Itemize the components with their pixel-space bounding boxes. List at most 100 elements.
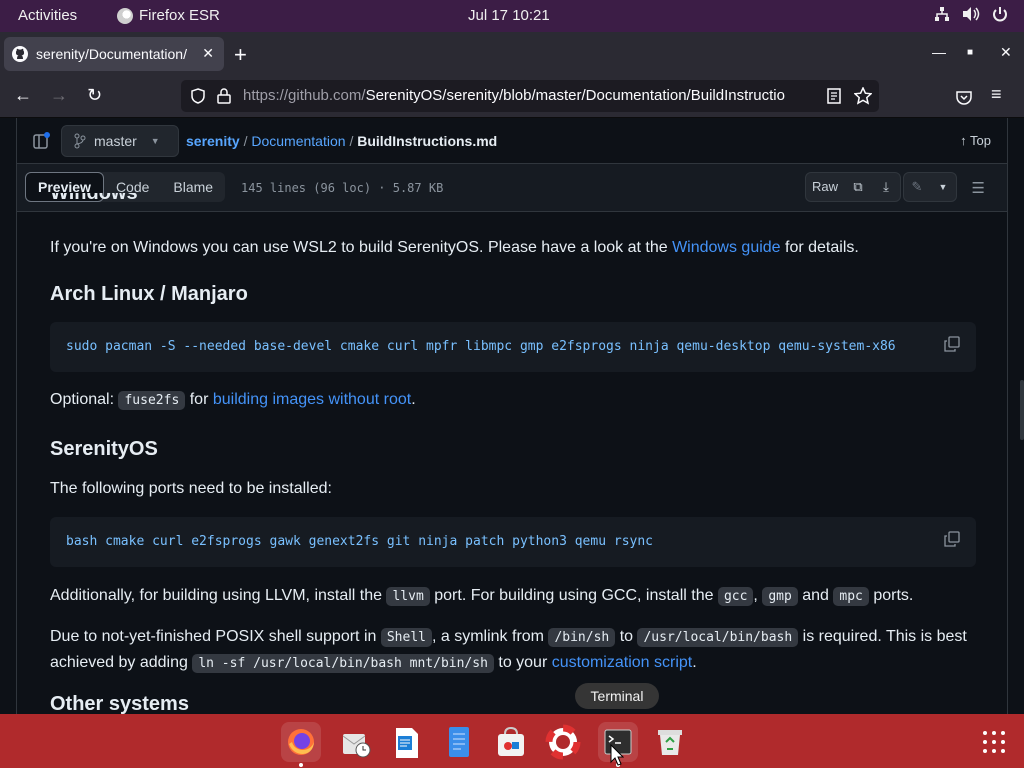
inline-code: /bin/sh [548, 628, 616, 647]
inline-code: gmp [762, 587, 798, 606]
page-content: master ▼ serenity / Documentation / Buil… [0, 118, 1024, 714]
copy-raw-icon[interactable]: ⧉ [844, 173, 872, 201]
tab-blame[interactable]: Blame [161, 172, 225, 202]
dock-help[interactable] [543, 722, 583, 762]
file-toolbar: Preview Code Blame 145 lines (96 loc) · … [17, 164, 1007, 212]
inline-code: fuse2fs [118, 391, 186, 410]
optional-paragraph: Optional: fuse2fs for building images wi… [50, 391, 416, 410]
breadcrumb-repo-link[interactable]: serenity [186, 133, 240, 149]
arch-heading: Arch Linux / Manjaro [50, 283, 248, 305]
dock-firefox[interactable] [281, 722, 321, 767]
inline-code: /usr/local/bin/bash [637, 628, 799, 647]
show-apps-grid-icon[interactable] [983, 731, 1005, 753]
ports-command: bash cmake curl e2fsprogs gawk genext2fs… [66, 534, 653, 549]
url-text: https://github.com/SerenityOS/serenity/b… [243, 87, 785, 104]
clock[interactable]: Jul 17 10:21 [468, 7, 550, 24]
windows-paragraph: If you're on Windows you can use WSL2 to… [50, 239, 859, 256]
arch-command: sudo pacman -S --needed base-devel cmake… [66, 339, 896, 354]
breadcrumb: serenity / Documentation / BuildInstruct… [186, 133, 497, 149]
download-icon[interactable]: ⤓ [872, 173, 900, 201]
bookmark-star-icon[interactable] [854, 87, 872, 105]
lifebuoy-icon [545, 724, 581, 760]
raw-button-group: Raw ⧉ ⤓ [805, 172, 901, 202]
code-block: bash cmake curl e2fsprogs gawk genext2fs… [50, 517, 976, 567]
inline-code: gcc [717, 587, 754, 606]
dock-tooltip: Terminal [575, 683, 659, 709]
browser-tab-strip: serenity/Documentation/ ✕ [0, 32, 1024, 76]
github-icon [12, 46, 28, 62]
back-arrow-icon[interactable]: ← [14, 85, 32, 106]
shield-icon[interactable] [190, 88, 206, 104]
raw-button[interactable]: Raw [806, 173, 844, 201]
dock-evolution[interactable] [336, 722, 376, 762]
inline-code: ln -sf /usr/local/bin/bash mnt/bin/sh [192, 654, 494, 673]
llvm-paragraph: Additionally, for building using LLVM, i… [50, 587, 914, 606]
reload-icon[interactable]: ↻ [87, 85, 102, 106]
breadcrumb-separator: / [349, 133, 354, 149]
edit-button-group: ✎ ▼ [903, 172, 957, 202]
pocket-icon[interactable] [956, 89, 972, 105]
copy-icon[interactable] [944, 531, 960, 547]
power-icon [993, 7, 1007, 22]
forward-arrow-icon[interactable]: → [50, 85, 68, 106]
breadcrumb-dir-link[interactable]: Documentation [251, 133, 345, 149]
dock-text-editor[interactable] [439, 722, 479, 762]
software-bag-icon [498, 726, 524, 756]
inline-code: Shell [380, 628, 432, 647]
maximize-button[interactable]: ■ [967, 47, 973, 58]
customization-script-link[interactable]: customization script [552, 654, 693, 671]
breadcrumb-file: BuildInstructions.md [357, 133, 498, 149]
firefox-icon [288, 729, 314, 755]
file-header: master ▼ serenity / Documentation / Buil… [17, 118, 1007, 164]
dock-trash[interactable] [650, 722, 690, 762]
ports-paragraph: The following ports need to be installed… [50, 480, 332, 497]
other-systems-heading: Other systems [50, 693, 189, 714]
browser-tab[interactable]: serenity/Documentation/ ✕ [4, 37, 224, 71]
new-tab-button[interactable]: + [234, 42, 247, 68]
top-label: Top [970, 133, 991, 148]
inline-code: mpc [833, 587, 869, 606]
activities-button[interactable]: Activities [18, 7, 77, 24]
inline-code: llvm [386, 587, 430, 606]
file-view: master ▼ serenity / Documentation / Buil… [16, 118, 1008, 714]
navigation-bar: ← → ↻ https://github.com/SerenityOS/sere… [0, 76, 1024, 118]
copy-icon[interactable] [944, 336, 960, 352]
top-button[interactable]: ↑ Top [960, 133, 991, 148]
dock-writer[interactable] [387, 722, 427, 762]
tab-close-icon[interactable]: ✕ [202, 45, 214, 62]
firefox-icon [117, 7, 133, 24]
branch-selector[interactable]: master ▼ [61, 125, 179, 157]
writer-icon [396, 728, 418, 758]
hamburger-menu-icon[interactable]: ≡ [991, 84, 1002, 105]
lock-icon[interactable] [217, 88, 231, 104]
minimize-button[interactable]: — [932, 44, 946, 60]
breadcrumb-separator: / [243, 133, 248, 149]
close-window-button[interactable]: ✕ [1000, 44, 1012, 61]
git-branch-icon [74, 133, 86, 149]
pencil-icon[interactable]: ✎ [904, 173, 930, 201]
building-images-link[interactable]: building images without root [213, 391, 411, 408]
windows-guide-link[interactable]: Windows guide [672, 239, 781, 256]
gnome-top-bar: Activities Firefox ESR Jul 17 10:21 [0, 0, 1024, 32]
chevron-down-icon[interactable]: ▼ [930, 173, 956, 201]
running-indicator [299, 763, 303, 767]
outline-list-icon[interactable]: ☰ [972, 179, 985, 197]
text-editor-icon [449, 727, 469, 757]
mail-clock-icon [342, 734, 371, 758]
branch-name: master [94, 133, 137, 149]
url-bar[interactable]: https://github.com/SerenityOS/serenity/b… [181, 80, 879, 112]
serenityos-heading: SerenityOS [50, 438, 158, 460]
volume-icon [963, 7, 980, 21]
system-tray[interactable] [934, 6, 1008, 22]
file-meta: 145 lines (96 loc) · 5.87 KB [241, 181, 444, 195]
app-menu[interactable]: Firefox ESR [117, 7, 220, 24]
tab-title: serenity/Documentation/ [36, 46, 187, 62]
dock-software[interactable] [491, 722, 531, 762]
posix-paragraph: Due to not-yet-finished POSIX shell supp… [50, 628, 967, 673]
arrow-up-icon: ↑ [960, 133, 967, 148]
scrollbar[interactable] [1020, 380, 1024, 440]
partial-heading: Windows [50, 193, 138, 201]
mouse-cursor-icon [610, 744, 624, 766]
sidebar-toggle-icon[interactable] [33, 132, 51, 150]
reader-view-icon[interactable] [827, 88, 841, 104]
